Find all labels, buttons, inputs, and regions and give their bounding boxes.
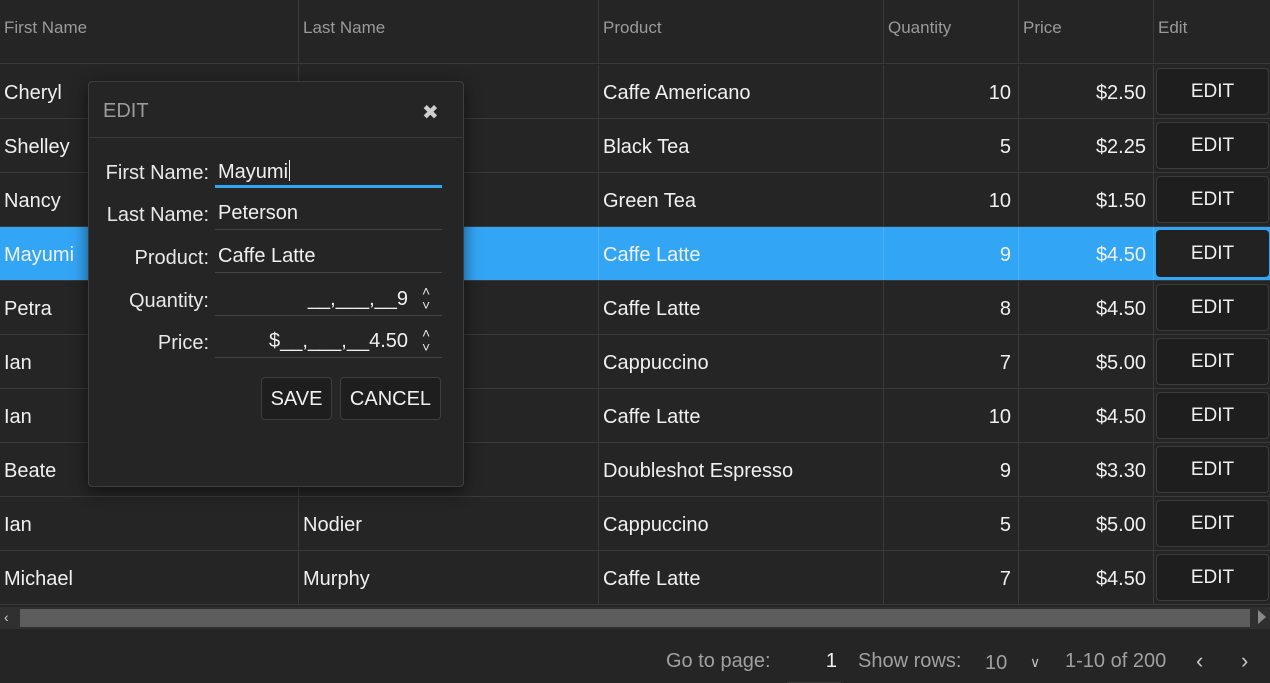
table-row[interactable]: Michael Murphy Caffe Latte 7 $4.50 EDIT: [0, 551, 1270, 605]
last-name-cell[interactable]: Nodier: [299, 497, 599, 550]
quantity-cell[interactable]: 10: [884, 173, 1019, 226]
grid-header: First Name Last Name Product Quantity Pr…: [0, 0, 1270, 64]
price-cell[interactable]: $2.50: [1019, 65, 1154, 118]
chevron-up-icon[interactable]: ˄: [422, 284, 430, 298]
save-button[interactable]: SAVE: [261, 377, 332, 420]
edit-button[interactable]: EDIT: [1156, 284, 1269, 331]
go-to-page-label: Go to page:: [666, 650, 771, 672]
product-cell[interactable]: Black Tea: [599, 119, 884, 172]
scroll-left-icon[interactable]: ‹: [4, 609, 9, 625]
quantity-cell[interactable]: 10: [884, 389, 1019, 442]
column-header-price[interactable]: Price: [1019, 0, 1154, 64]
product-cell[interactable]: Caffe Latte: [599, 281, 884, 334]
first-name-label: First Name:: [105, 162, 209, 184]
last-name-cell[interactable]: Murphy: [299, 551, 599, 604]
quantity-cell[interactable]: 5: [884, 119, 1019, 172]
quantity-cell[interactable]: 7: [884, 335, 1019, 388]
dialog-title: EDIT: [103, 100, 149, 122]
edit-button[interactable]: EDIT: [1156, 554, 1269, 601]
quantity-label: Quantity:: [128, 290, 209, 312]
edit-button[interactable]: EDIT: [1156, 338, 1269, 385]
price-label: Price:: [157, 332, 209, 354]
product-cell[interactable]: Caffe Latte: [599, 389, 884, 442]
chevron-left-icon[interactable]: ‹: [1196, 648, 1203, 674]
product-row: Product: Caffe Latte: [89, 237, 463, 279]
price-stepper[interactable]: $__,___,__4.50 ˄ ˅: [215, 322, 442, 358]
cancel-button[interactable]: CANCEL: [340, 377, 441, 420]
show-rows-label: Show rows:: [858, 650, 962, 672]
quantity-spinner[interactable]: ˄ ˅: [422, 282, 436, 312]
edit-button[interactable]: EDIT: [1156, 392, 1269, 439]
price-cell[interactable]: $5.00: [1019, 497, 1154, 550]
product-cell[interactable]: Cappuccino: [599, 497, 884, 550]
price-spinner[interactable]: ˄ ˅: [422, 324, 436, 354]
price-cell[interactable]: $1.50: [1019, 173, 1154, 226]
chevron-up-icon[interactable]: ˄: [422, 326, 430, 340]
dialog-header: EDIT ✖: [89, 82, 463, 138]
edit-button[interactable]: EDIT: [1156, 500, 1269, 547]
price-cell[interactable]: $5.00: [1019, 335, 1154, 388]
price-cell[interactable]: $3.30: [1019, 443, 1154, 496]
price-cell[interactable]: $4.50: [1019, 389, 1154, 442]
first-name-cell[interactable]: Michael: [0, 551, 299, 604]
price-cell[interactable]: $4.50: [1019, 551, 1154, 604]
chevron-right-icon[interactable]: ›: [1241, 648, 1248, 674]
edit-button[interactable]: EDIT: [1156, 122, 1269, 169]
last-name-label: Last Name:: [106, 204, 209, 226]
price-cell[interactable]: $4.50: [1019, 227, 1154, 280]
chevron-down-icon[interactable]: ˅: [422, 298, 430, 312]
quantity-cell[interactable]: 5: [884, 497, 1019, 550]
quantity-cell[interactable]: 9: [884, 227, 1019, 280]
pager: Go to page: 1 Show rows: 10 ∨ 1-10 of 20…: [0, 630, 1270, 683]
close-icon[interactable]: ✖: [422, 100, 439, 125]
quantity-row: Quantity: __,___,__9 ˄ ˅: [89, 280, 463, 322]
column-header-quantity[interactable]: Quantity: [884, 0, 1019, 64]
quantity-stepper[interactable]: __,___,__9 ˄ ˅: [215, 280, 442, 316]
first-name-cell[interactable]: Ian: [0, 497, 299, 550]
quantity-cell[interactable]: 7: [884, 551, 1019, 604]
price-row: Price: $__,___,__4.50 ˄ ˅: [89, 322, 463, 364]
edit-button[interactable]: EDIT: [1156, 68, 1269, 115]
edit-button[interactable]: EDIT: [1156, 176, 1269, 223]
chevron-down-icon[interactable]: ˅: [422, 340, 430, 354]
column-header-product[interactable]: Product: [599, 0, 884, 64]
product-cell[interactable]: Cappuccino: [599, 335, 884, 388]
rows-per-page-select[interactable]: 10 ∨: [982, 648, 1044, 678]
horizontal-scrollbar[interactable]: ‹: [0, 607, 1270, 629]
first-name-field[interactable]: Mayumi: [215, 152, 442, 188]
scroll-right-icon[interactable]: [1258, 610, 1266, 624]
rows-per-page-value: 10: [985, 652, 1008, 674]
column-header-edit[interactable]: Edit: [1154, 0, 1270, 64]
price-cell[interactable]: $4.50: [1019, 281, 1154, 334]
column-header-first-name[interactable]: First Name: [0, 0, 299, 64]
product-cell[interactable]: Caffe Latte: [599, 551, 884, 604]
quantity-cell[interactable]: 10: [884, 65, 1019, 118]
product-cell[interactable]: Caffe Latte: [599, 227, 884, 280]
quantity-cell[interactable]: 9: [884, 443, 1019, 496]
last-name-field[interactable]: Peterson: [215, 194, 442, 230]
scrollbar-thumb[interactable]: [20, 609, 1250, 627]
product-label: Product:: [134, 247, 209, 269]
price-value: $__,___,__4.50: [268, 330, 408, 352]
table-row[interactable]: Ian Nodier Cappuccino 5 $5.00 EDIT: [0, 497, 1270, 551]
edit-button[interactable]: EDIT: [1156, 446, 1269, 493]
product-cell[interactable]: Green Tea: [599, 173, 884, 226]
first-name-value: Mayumi: [218, 161, 289, 183]
edit-dialog: EDIT ✖ First Name: Mayumi Last Name: Pet…: [88, 81, 464, 487]
column-header-last-name[interactable]: Last Name: [299, 0, 599, 64]
edit-button[interactable]: EDIT: [1156, 230, 1269, 277]
product-cell[interactable]: Caffe Americano: [599, 65, 884, 118]
product-field[interactable]: Caffe Latte: [215, 237, 442, 273]
product-cell[interactable]: Doubleshot Espresso: [599, 443, 884, 496]
text-caret: [289, 160, 291, 181]
page-number-input[interactable]: 1: [787, 644, 841, 683]
page-range-text: 1-10 of 200: [1065, 650, 1167, 672]
quantity-value: __,___,__9: [307, 288, 408, 310]
first-name-row: First Name: Mayumi: [89, 152, 463, 194]
price-cell[interactable]: $2.25: [1019, 119, 1154, 172]
chevron-down-icon: ∨: [1030, 654, 1041, 670]
quantity-cell[interactable]: 8: [884, 281, 1019, 334]
last-name-row: Last Name: Peterson: [89, 194, 463, 236]
